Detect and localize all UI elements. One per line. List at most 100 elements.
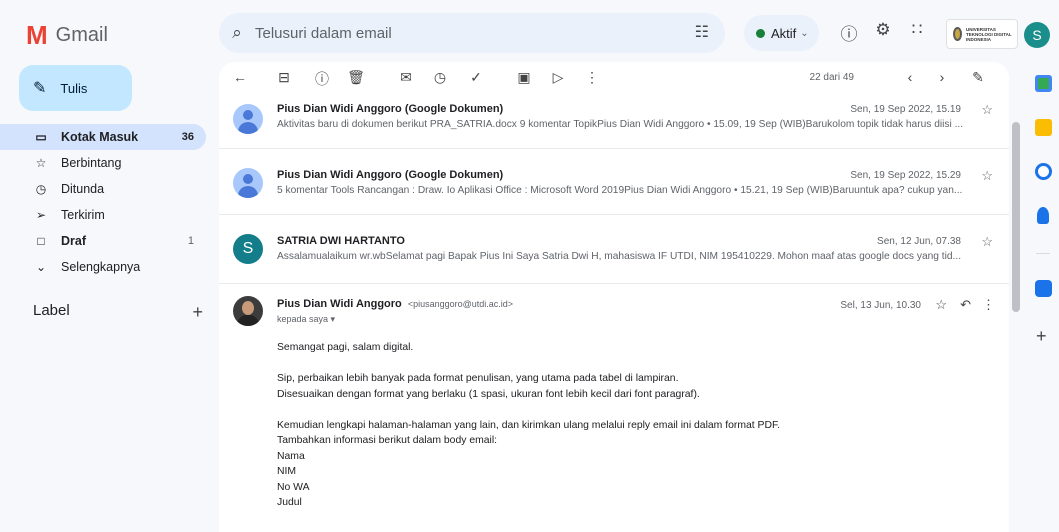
add-task-icon[interactable]: ✓ xyxy=(467,69,485,86)
recipient-details-toggle[interactable]: kepada saya ▾ xyxy=(277,314,335,325)
thread-message-collapsed[interactable]: S SATRIA DWI HARTANTO Sen, 12 Jun, 07.38… xyxy=(219,215,1009,284)
avatar xyxy=(233,104,263,134)
scrollbar-thumb[interactable] xyxy=(1012,122,1020,312)
message-view: ← ⊟ ⓘ 🗑 ✉ ◷ ✓ ▣ ▷ ⋮ 22 dari 49 ‹ › ✎ Piu… xyxy=(219,62,1009,532)
delete-icon[interactable]: 🗑 xyxy=(347,69,365,86)
rail-divider xyxy=(1036,253,1050,254)
pencil-icon: ✎ xyxy=(33,80,47,97)
draft-count: 1 xyxy=(187,235,194,247)
sidebar-nav: ▭ Kotak Masuk 36 ☆ Berbintang ◷ Ditunda … xyxy=(0,124,210,280)
sidebar-item-label: Kotak Masuk xyxy=(61,130,139,144)
calendar-icon[interactable] xyxy=(1035,75,1052,92)
tasks-icon[interactable] xyxy=(1035,163,1052,180)
gmail-logo-mark: M xyxy=(26,20,48,50)
thread-message-collapsed[interactable]: Pius Dian Widi Anggoro (Google Dokumen) … xyxy=(219,149,1009,215)
sidebar-item-sent[interactable]: ➢ Terkirim xyxy=(0,202,206,228)
sidebar-item-label: Selengkapnya xyxy=(61,260,141,274)
message-from: Pius Dian Widi Anggoro <piusanggoro@utdi… xyxy=(277,298,513,310)
account-avatar[interactable]: S xyxy=(1024,22,1050,48)
star-icon[interactable]: ☆ xyxy=(981,234,993,250)
tune-icon[interactable]: ☷ xyxy=(695,22,709,42)
status-label: Aktif xyxy=(771,25,797,41)
send-icon: ➢ xyxy=(35,208,47,222)
message-toolbar: ← ⊟ ⓘ 🗑 ✉ ◷ ✓ ▣ ▷ ⋮ 22 dari 49 ‹ › ✎ xyxy=(219,62,1009,94)
mark-unread-icon[interactable]: ✉ xyxy=(397,69,415,86)
message-sender: SATRIA DWI HARTANTO xyxy=(277,235,405,247)
search-input[interactable]: Telusuri dalam email xyxy=(255,25,392,42)
clock-icon: ◷ xyxy=(35,182,47,196)
labels-title: Label xyxy=(33,302,70,319)
star-icon: ☆ xyxy=(35,156,47,170)
top-bar: M Gmail ⌕ Telusuri dalam email ☷ Aktif ⌄… xyxy=(0,0,1059,62)
star-icon[interactable]: ☆ xyxy=(981,168,993,184)
body-line: Nama xyxy=(277,450,305,462)
input-tools-icon[interactable]: ✎ xyxy=(969,69,987,86)
add-addon-icon[interactable]: + xyxy=(1036,326,1047,347)
search-icon[interactable]: ⌕ xyxy=(219,23,255,43)
message-snippet: 5 komentar Tools Rancangan : Draw. Io Ap… xyxy=(277,185,963,196)
sidebar-item-label: Berbintang xyxy=(61,156,122,170)
body-line: Semangat pagi, salam digital. xyxy=(277,342,414,353)
draft-icon: □ xyxy=(37,234,45,248)
keep-icon[interactable] xyxy=(1035,119,1052,136)
thread-message-collapsed[interactable]: Pius Dian Widi Anggoro (Google Dokumen) … xyxy=(219,94,1009,149)
body-line: Judul xyxy=(277,497,302,508)
avatar xyxy=(233,168,263,198)
apps-grid-icon[interactable]: ∷ xyxy=(906,20,928,40)
org-logo-text: UNIVERSITAS TEKNOLOGI DIGITAL INDONESIA xyxy=(965,26,1012,42)
help-icon[interactable]: ⓘ xyxy=(838,20,860,45)
pager-text: 22 dari 49 xyxy=(809,72,854,83)
body-line: NIM xyxy=(277,466,297,477)
message-date: Sen, 19 Sep 2022, 15.29 xyxy=(850,170,961,181)
chevron-down-icon: ⌄ xyxy=(35,260,47,274)
status-dot xyxy=(756,28,765,38)
message-date: Sen, 19 Sep 2022, 15.19 xyxy=(850,104,961,115)
body-line: Disesuaikan dengan format yang berlaku (… xyxy=(277,388,700,400)
compose-button[interactable]: ✎ Tulis xyxy=(19,65,132,111)
body-line: Tambahkan informasi berikut dalam body e… xyxy=(277,435,498,446)
star-icon[interactable]: ☆ xyxy=(981,102,993,118)
add-label-icon[interactable]: + xyxy=(192,302,203,323)
meet-icon[interactable] xyxy=(1035,280,1052,297)
sender-avatar xyxy=(233,296,263,326)
unread-count: 36 xyxy=(181,131,194,143)
archive-icon[interactable]: ⊟ xyxy=(275,69,293,86)
more-options-icon[interactable]: ⋮ xyxy=(982,297,995,313)
message-snippet: Assalamualaikum wr.wbSelamat pagi Bapak … xyxy=(277,251,962,262)
message-date: Sen, 12 Jun, 07.38 xyxy=(877,236,961,247)
sidebar-item-inbox[interactable]: ▭ Kotak Masuk 36 xyxy=(0,124,206,150)
newer-chevron-icon[interactable]: ‹ xyxy=(901,69,919,85)
avatar: S xyxy=(233,234,263,264)
label-icon[interactable]: ▷ xyxy=(549,69,567,86)
sidebar-item-label: Draf xyxy=(61,234,87,248)
contacts-icon[interactable] xyxy=(1037,207,1049,224)
gmail-logo[interactable]: M Gmail xyxy=(26,22,108,48)
move-to-icon[interactable]: ▣ xyxy=(515,69,533,86)
report-spam-icon[interactable]: ⓘ xyxy=(313,69,331,89)
star-icon[interactable]: ☆ xyxy=(935,297,947,313)
settings-icon[interactable]: ⚙ xyxy=(872,20,894,40)
sidebar-item-starred[interactable]: ☆ Berbintang xyxy=(0,150,206,176)
open-message: Pius Dian Widi Anggoro <piusanggoro@utdi… xyxy=(219,284,1009,532)
snooze-icon[interactable]: ◷ xyxy=(431,69,449,86)
sidebar-item-label: Ditunda xyxy=(61,182,105,196)
inbox-icon: ▭ xyxy=(35,130,47,144)
body-line: Sip, perbaikan lebih banyak pada format … xyxy=(277,373,679,384)
sidebar-item-snoozed[interactable]: ◷ Ditunda xyxy=(0,176,206,202)
search-bar[interactable]: ⌕ Telusuri dalam email ☷ xyxy=(219,13,725,53)
status-button[interactable]: Aktif ⌄ xyxy=(744,15,819,51)
message-date: Sel, 13 Jun, 10.30 xyxy=(840,300,921,311)
sender-name: Pius Dian Widi Anggoro xyxy=(277,298,402,310)
sidebar-item-more[interactable]: ⌄ Selengkapnya xyxy=(0,254,206,280)
more-options-icon[interactable]: ⋮ xyxy=(583,69,601,86)
sidebar-item-drafts[interactable]: □ Draf 1 xyxy=(0,228,206,254)
reply-icon[interactable]: ↶ xyxy=(960,297,971,313)
back-arrow-icon[interactable]: ← xyxy=(231,69,249,85)
body-line: No WA xyxy=(277,481,310,493)
sidebar-item-label: Terkirim xyxy=(61,208,105,222)
sender-address: <piusanggoro@utdi.ac.id> xyxy=(407,299,514,309)
org-logo[interactable]: UNIVERSITAS TEKNOLOGI DIGITAL INDONESIA xyxy=(946,19,1018,49)
body-line: Kemudian lengkapi halaman-halaman yang l… xyxy=(277,419,781,431)
older-chevron-icon[interactable]: › xyxy=(933,69,951,85)
message-body: Semangat pagi, salam digital. Sip, perba… xyxy=(277,340,780,511)
